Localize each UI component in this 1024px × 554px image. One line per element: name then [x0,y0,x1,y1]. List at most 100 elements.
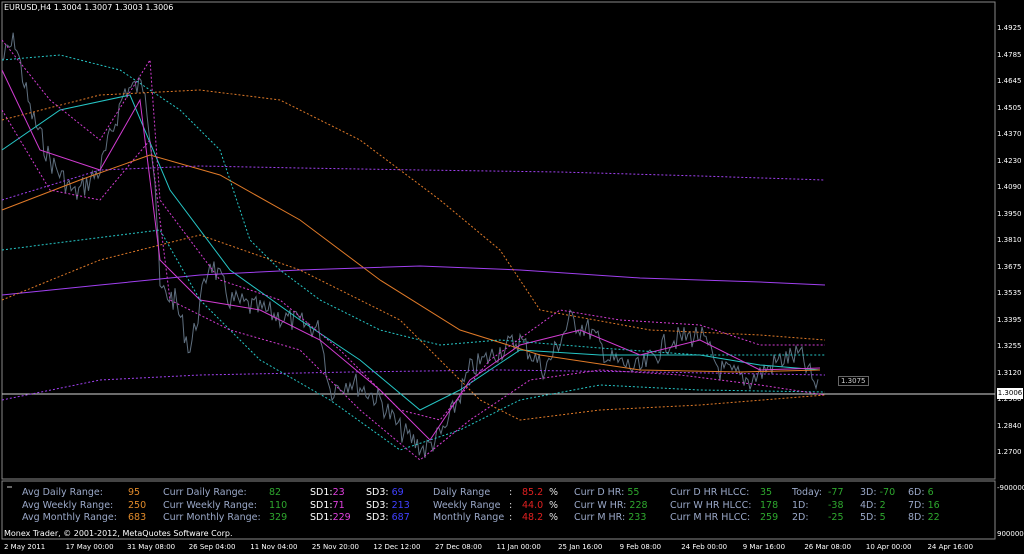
monthly-range-value: 48.2 [522,512,544,523]
day5-label: 5D: [860,512,877,523]
curr-m-hlcc-value: 259 [760,512,779,523]
price-tag-label: 1.3075 [838,376,869,386]
sd1-monthly-label: SD1: [310,512,333,523]
sd3-monthly-label: SD3: [366,512,389,523]
time-axis-tick: 25 Jan 16:00 [558,543,603,551]
avg-weekly-label: Avg Weekly Range: [22,500,114,511]
weekly-range-label: Weekly Range [433,500,501,511]
price-axis-tick: 1.4785 [997,50,1022,59]
moving-average-orange [1,154,821,373]
band-orange-upper [1,89,826,341]
price-axis-tick: 1.3535 [997,289,1022,297]
day3-row: 3D: -70 [860,487,895,498]
curr-monthly-value: 329 [269,512,288,523]
sd1-daily-row: SD1:23 [310,487,345,498]
price-axis-tick: 1.3120 [997,368,1022,377]
time-axis-tick: 11 Nov 04:00 [250,543,298,551]
chart-canvas[interactable] [0,0,1024,554]
day1-value: -38 [828,500,844,511]
curr-w-hlcc-value: 178 [760,500,779,511]
price-axis-tick: 1.2700 [997,448,1022,456]
curr-w-hr-value: 228 [629,500,648,511]
day2-row: 2D: -25 [792,512,844,523]
curr-daily-label: Curr Daily Range: [163,487,247,498]
day4-label: 4D: [860,500,877,511]
price-axis-tick: 1.3810 [997,236,1022,244]
curr-m-hr-label: Curr M HR: [574,512,626,523]
sd1-daily-label: SD1: [310,487,333,498]
curr-weekly-value: 110 [269,500,288,511]
price-axis-tick: 1.2980 [997,395,1022,403]
price-axis-tick: 1.3950 [997,209,1022,218]
avg-weekly-row: Avg Weekly Range: 250 [22,500,146,511]
today-value: -77 [828,487,844,498]
daily-range-row: Daily Range : 85.2 % [433,487,558,498]
day7-label: 7D: [908,500,925,511]
avg-weekly-value: 250 [128,500,147,511]
time-axis-tick: 25 Nov 20:00 [311,543,360,551]
sd1-daily-value: 23 [332,487,345,498]
subwindow-axis-bottom: 9000000 [997,530,1024,538]
day8-label: 8D: [908,512,925,523]
avg-daily-label: Avg Daily Range: [22,487,103,498]
day5-row: 5D: 5 [860,512,886,523]
day1-label: 1D: [792,500,809,511]
avg-daily-row: Avg Daily Range: 95 [22,487,140,498]
sd3-daily-row: SD3: 69 [366,487,404,498]
curr-d-hlcc-label: Curr D HR HLCC: [670,487,750,498]
avg-daily-value: 95 [128,487,141,498]
day4-value: 2 [879,500,886,511]
curr-weekly-row: Curr Weekly Range: 110 [163,500,287,511]
band-magenta-upper [1,39,825,421]
day2-value: -25 [828,512,844,523]
time-axis-tick: 26 Mar 08:00 [804,543,852,551]
day6-row: 6D: 6 [908,487,934,498]
curr-d-hr-row: Curr D HR: 55 [574,487,639,498]
sd1-weekly-label: SD1: [310,500,333,511]
weekly-range-value: 44.0 [522,500,544,511]
curr-d-hlcc-row: Curr D HR HLCC: 35 [670,487,772,498]
sd3-monthly-row: SD3: 687 [366,512,410,523]
weekly-range-row: Weekly Range : 44.0 % [433,500,558,511]
moving-average-magenta [1,69,821,441]
day1-row: 1D: -38 [792,500,844,511]
sd3-daily-label: SD3: [366,487,389,498]
sd3-weekly-label: SD3: [366,500,389,511]
time-axis-tick: 31 May 08:00 [127,543,176,551]
curr-w-hlcc-row: Curr W HR HLCC: 178 [670,500,778,511]
price-axis-tick: 1.4370 [997,130,1022,138]
day3-label: 3D: [860,487,877,498]
time-axis-tick: 10 Apr 00:00 [865,543,912,551]
sd1-monthly-value: 229 [332,512,351,523]
sd3-weekly-row: SD3: 213 [366,500,410,511]
avg-monthly-row: Avg Monthly Range: 683 [22,512,146,523]
price-axis-tick: 1.3255 [997,342,1022,350]
day6-label: 6D: [908,487,925,498]
sd1-weekly-value: 71 [332,500,345,511]
day8-row: 8D: 22 [908,512,940,523]
curr-weekly-label: Curr Weekly Range: [163,500,257,511]
curr-w-hlcc-label: Curr W HR HLCC: [670,500,752,511]
price-chart[interactable]: EURUSD,H4 1.3004 1.3007 1.3003 1.3006 1.… [0,0,1024,554]
chart-title: EURUSD,H4 1.3004 1.3007 1.3003 1.3006 [4,3,174,12]
price-axis-tick: 1.4090 [997,183,1022,191]
curr-d-hr-value: 55 [627,487,640,498]
curr-m-hr-value: 233 [628,512,647,523]
curr-monthly-row: Curr Monthly Range: 329 [163,512,287,523]
price-axis-tick: 1.3395 [997,315,1022,324]
band-cyan-lower [1,229,826,451]
monthly-range-label: Monthly Range [433,512,505,523]
time-axis-tick: 17 May 00:00 [65,543,114,551]
moving-average-cyan [1,94,821,411]
day2-label: 2D: [792,512,809,523]
weekly-range-pct: % [549,500,559,511]
price-axis-tick: 1.3675 [997,262,1022,271]
today-row: Today: -77 [792,487,844,498]
price-axis-tick: 1.4645 [997,77,1022,85]
price-axis-tick: 1.4925 [997,24,1022,32]
day7-row: 7D: 16 [908,500,940,511]
time-axis-tick: 2 May 2011 [4,543,46,551]
day4-row: 4D: 2 [860,500,886,511]
time-axis-tick: 26 Sep 04:00 [188,543,236,551]
weekly-range-colon: : [509,500,513,511]
